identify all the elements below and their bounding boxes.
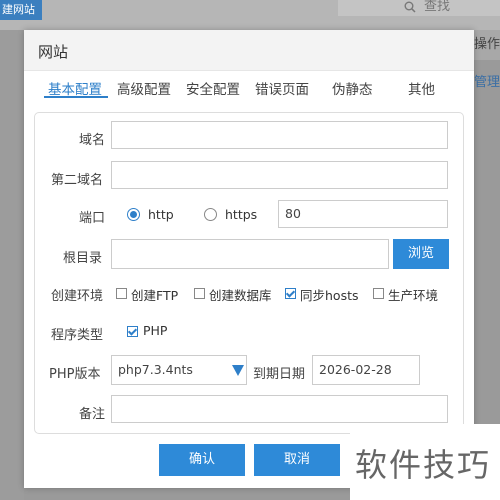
program-type-label: 程序类型 [51,328,104,343]
dropdown-arrow-icon [232,365,244,376]
sync-hosts-label: 同步hosts [300,288,359,303]
https-radio[interactable] [204,208,217,221]
search-placeholder: 查找 [424,0,451,14]
cancel-button[interactable]: 取消 [254,444,340,476]
port-input[interactable]: 80 [278,200,448,228]
port-label: 端口 [79,211,106,226]
dialog-header: 网站 [24,30,474,71]
manage-link[interactable]: 管理 [474,70,500,100]
domain-label: 域名 [79,133,106,148]
basic-config-panel: 域名 第二域名 端口 http https 80 根目录 浏览 创建环境 创建F… [34,112,464,434]
tab-other[interactable]: 其他 [408,78,435,98]
confirm-button[interactable]: 确认 [159,444,245,476]
production-env-checkbox[interactable] [373,288,384,299]
expire-date-label: 到期日期 [253,367,306,382]
http-radio-label: http [148,207,174,222]
active-tab-indicator [44,96,108,98]
php-version-value: php7.3.4nts [118,362,193,377]
https-radio-label: https [225,207,258,222]
domain-input[interactable] [111,121,448,149]
watermark-text: 软件技巧 [355,446,492,484]
site-settings-dialog: 网站 基本配置 高级配置 安全配置 错误页面 伪静态 其他 域名 第二域名 端口… [24,30,474,488]
php-checkbox-label: PHP [143,323,168,338]
tab-pseudo-static[interactable]: 伪静态 [332,78,373,98]
column-header-action: 操作 [474,30,500,60]
env-label: 创建环境 [51,289,104,304]
php-checkbox[interactable] [127,326,138,337]
create-database-checkbox[interactable] [194,288,205,299]
tab-security-config[interactable]: 安全配置 [186,78,240,98]
create-database-label: 创建数据库 [209,288,272,303]
search-box[interactable]: 查找 [338,0,500,16]
expire-date-input[interactable]: 2026-02-28 [312,355,420,385]
php-version-select[interactable]: php7.3.4nts [111,355,247,385]
tab-basic-config[interactable]: 基本配置 [48,78,102,98]
note-input[interactable] [111,395,448,423]
php-version-label: PHP版本 [49,367,101,382]
root-dir-label: 根目录 [63,251,103,266]
second-domain-label: 第二域名 [51,173,104,188]
create-ftp-label: 创建FTP [131,288,179,303]
second-domain-input[interactable] [111,161,448,189]
sync-hosts-checkbox[interactable] [285,288,296,299]
production-env-label: 生产环境 [388,288,439,303]
http-radio[interactable] [127,208,140,221]
new-site-button[interactable]: 建网站 [0,0,42,20]
tab-advanced-config[interactable]: 高级配置 [117,78,171,98]
search-icon [404,1,416,13]
note-label: 备注 [79,407,106,422]
background-left [0,30,24,500]
root-dir-input[interactable] [111,239,389,269]
tab-error-pages[interactable]: 错误页面 [255,78,309,98]
browse-button[interactable]: 浏览 [393,239,449,269]
dialog-title: 网站 [38,43,69,61]
create-ftp-checkbox[interactable] [116,288,127,299]
